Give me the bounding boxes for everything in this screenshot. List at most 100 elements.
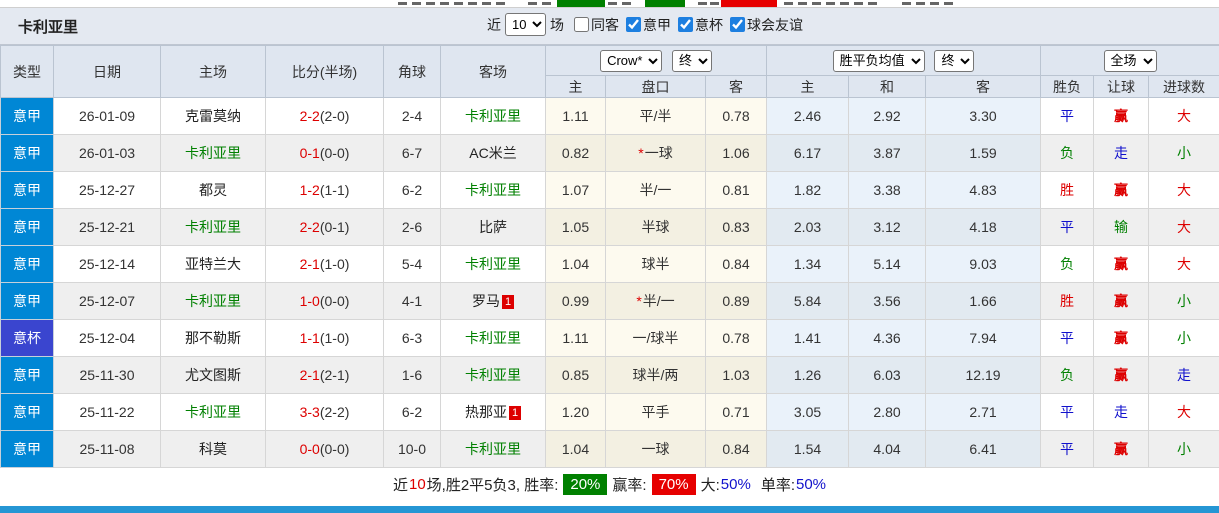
cell-match-result: 平 [1040, 97, 1095, 135]
filter-checkbox-3[interactable] [730, 17, 745, 32]
corners-value: 10-0 [397, 441, 427, 457]
strip-text-fragment [398, 2, 407, 5]
asian-away-odds: 1.06 [722, 145, 750, 161]
bookmaker-select[interactable]: Crow* [600, 49, 663, 72]
match-date: 25-12-07 [78, 293, 136, 309]
home-team-link[interactable]: 卡利亚里 [185, 404, 241, 420]
home-team-link[interactable]: 科莫 [199, 441, 227, 457]
corners-value: 5-4 [401, 256, 423, 272]
home-team-link[interactable]: 那不勒斯 [185, 330, 241, 346]
cell-corners: 6-3 [383, 319, 441, 357]
cell-match-result: 胜 [1040, 171, 1095, 209]
handicap-result: 赢 [1114, 441, 1129, 457]
handicap-value: 球半/两 [632, 367, 679, 383]
cell-asian-home-odds: 0.99 [545, 282, 606, 320]
handicap-changed-icon: * [638, 145, 644, 161]
home-team-link[interactable]: 卡利亚里 [185, 293, 241, 309]
cell-asian-handicap: *一/球半 [605, 319, 706, 357]
scope-select[interactable]: 全场 [1103, 49, 1157, 72]
away-team-link[interactable]: AC米兰 [469, 145, 516, 161]
fulltime-score: 1-2 [299, 182, 320, 198]
cell-avg-away-odds: 12.19 [925, 356, 1042, 394]
avg-home-odds: 3.05 [793, 404, 822, 420]
home-team-link[interactable]: 卡利亚里 [185, 219, 241, 235]
table-row: 意甲 26-01-03 卡利亚里 0-1(0-0) 6-7 AC米兰 0.82 … [0, 134, 1219, 172]
europe-odds-select[interactable]: 胜平负均值 [832, 49, 925, 72]
cell-goals-result: 大 [1148, 208, 1219, 246]
cell-home-team: 都灵 [160, 171, 266, 209]
table-row: 意甲 26-01-09 克雷莫纳 2-2(2-0) 2-4 卡利亚里 1.11 … [0, 97, 1219, 135]
avg-away-odds: 1.59 [969, 145, 997, 161]
col-header-corners: 角球 [383, 45, 441, 98]
halftime-score: (0-1) [319, 219, 350, 235]
cell-score: 3-3(2-2) [265, 393, 384, 431]
cell-handicap-result: 赢 [1093, 356, 1150, 394]
filter-checkbox-2[interactable] [678, 17, 693, 32]
away-team-link[interactable]: 罗马 [472, 293, 500, 309]
away-team-link[interactable]: 比萨 [479, 219, 507, 235]
asian-home-odds: 0.99 [561, 293, 590, 309]
cell-away-team: 卡利亚里 [440, 430, 546, 468]
summary-count: 10 [408, 475, 426, 493]
filter-item-3[interactable]: 球会友谊 [730, 15, 803, 35]
asian-time-select[interactable]: 终 [671, 49, 712, 72]
cell-corners: 4-1 [383, 282, 441, 320]
cell-goals-result: 小 [1148, 430, 1219, 468]
cell-score: 1-2(1-1) [265, 171, 384, 209]
cell-competition: 意甲 [0, 97, 54, 135]
asian-odds-header: Crow* 终 [544, 45, 768, 76]
cell-avg-draw-odds: 4.36 [848, 319, 927, 357]
away-team-link[interactable]: 卡利亚里 [465, 256, 521, 272]
away-team-link[interactable]: 卡利亚里 [465, 441, 521, 457]
cell-score: 2-2(0-1) [265, 208, 384, 246]
cell-goals-result: 小 [1148, 282, 1219, 320]
strip-text-fragment [622, 2, 631, 5]
recent-games-select[interactable]: 10 [505, 13, 546, 36]
halftime-score: (0-0) [319, 293, 350, 309]
home-team-link[interactable]: 都灵 [199, 182, 227, 198]
handicap-value: 一球 [644, 145, 673, 161]
match-date: 26-01-03 [78, 145, 136, 161]
away-team-link[interactable]: 卡利亚里 [465, 182, 521, 198]
asian-away-odds: 0.89 [722, 293, 750, 309]
away-team-link[interactable]: 卡利亚里 [465, 367, 521, 383]
match-result: 负 [1060, 256, 1075, 272]
away-team-link[interactable]: 热那亚 [465, 404, 507, 420]
cell-avg-home-odds: 1.34 [766, 245, 850, 283]
strip-text-fragment [916, 2, 925, 5]
europe-time-select[interactable]: 终 [934, 49, 975, 72]
match-date: 25-11-22 [79, 404, 135, 420]
fulltime-score: 2-1 [299, 256, 320, 272]
cell-asian-away-odds: 0.89 [704, 282, 768, 320]
cell-avg-away-odds: 6.41 [925, 430, 1042, 468]
competition-label: 意甲 [13, 293, 41, 309]
cell-goals-result: 小 [1148, 134, 1219, 172]
away-team-link[interactable]: 卡利亚里 [465, 108, 521, 124]
cell-date: 25-12-27 [53, 171, 161, 209]
away-team-link[interactable]: 卡利亚里 [465, 330, 521, 346]
filter-item-1[interactable]: 意甲 [626, 15, 671, 35]
cell-avg-home-odds: 3.05 [766, 393, 850, 431]
red-card-badge: 1 [502, 295, 514, 309]
halftime-score: (1-1) [319, 182, 350, 198]
strip-text-fragment [784, 2, 793, 5]
home-team-link[interactable]: 卡利亚里 [185, 145, 241, 161]
scope-header: 全场 [1040, 45, 1219, 76]
cell-avg-home-odds: 1.26 [766, 356, 850, 394]
home-team-link[interactable]: 尤文图斯 [185, 367, 241, 383]
goals-result: 大 [1177, 256, 1192, 272]
cell-avg-draw-odds: 6.03 [848, 356, 927, 394]
strip-text-fragment [854, 2, 863, 5]
goals-result: 小 [1177, 441, 1192, 457]
filter-item-2[interactable]: 意杯 [678, 15, 723, 35]
filter-checkbox-1[interactable] [626, 17, 641, 32]
cell-asian-away-odds: 0.84 [704, 430, 768, 468]
handicap-value: 一/球半 [632, 330, 679, 346]
handicap-result: 赢 [1114, 182, 1129, 198]
home-team-link[interactable]: 克雷莫纳 [185, 108, 241, 124]
strip-text-fragment [840, 2, 849, 5]
avg-home-odds: 5.84 [793, 293, 822, 309]
home-team-link[interactable]: 亚特兰大 [185, 256, 241, 272]
filter-checkbox-0[interactable] [574, 17, 589, 32]
filter-item-0[interactable]: 同客 [574, 15, 619, 35]
